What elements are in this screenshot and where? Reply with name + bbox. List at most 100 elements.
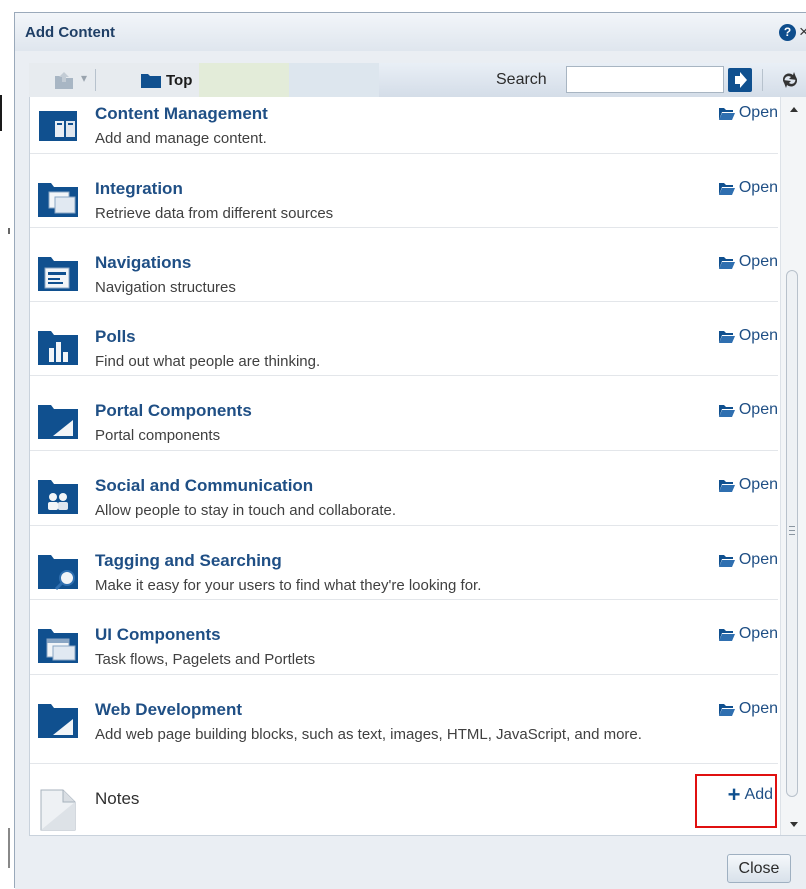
toolbar-divider <box>762 69 763 91</box>
social-icon <box>38 480 78 514</box>
open-button[interactable]: Open <box>718 401 778 419</box>
open-folder-icon <box>718 330 735 343</box>
dialog-footer: Close <box>15 836 806 889</box>
arrow-right-icon <box>735 72 747 88</box>
item-description: Navigation structures <box>95 279 236 296</box>
open-label: Open <box>738 104 778 121</box>
list-item[interactable]: Notes <box>30 764 778 835</box>
vertical-scrollbar[interactable] <box>780 97 806 835</box>
scrollbar-grip-icon <box>789 526 795 535</box>
open-button[interactable]: Open <box>718 700 778 718</box>
list-item[interactable]: Content Management Add and manage conten… <box>30 97 778 154</box>
catalog-list: Content Management Add and manage conten… <box>30 97 778 835</box>
item-name[interactable]: Web Development <box>95 700 242 720</box>
open-folder-icon <box>718 479 735 492</box>
item-name[interactable]: Content Management <box>95 104 268 124</box>
tagging-icon <box>38 555 78 591</box>
open-button[interactable]: Open <box>718 625 778 643</box>
background-mark <box>8 228 10 234</box>
item-description: Add web page building blocks, such as te… <box>95 726 642 743</box>
portal-components-icon <box>38 405 78 439</box>
scroll-down-arrow[interactable] <box>790 822 798 827</box>
open-label: Open <box>738 401 778 418</box>
open-folder-icon <box>718 256 735 269</box>
item-name[interactable]: Polls <box>95 327 136 347</box>
list-item[interactable]: Navigations Navigation structures Open <box>30 228 778 302</box>
web-development-icon <box>38 704 78 738</box>
refresh-icon[interactable] <box>779 68 801 92</box>
open-button[interactable]: Open <box>718 253 778 271</box>
item-description: Portal components <box>95 427 221 444</box>
open-label: Open <box>738 476 778 493</box>
list-item[interactable]: Polls Find out what people are thinking.… <box>30 302 778 376</box>
integration-icon <box>38 183 78 217</box>
search-input[interactable] <box>566 66 724 93</box>
list-item[interactable]: Web Development Add web page building bl… <box>30 675 778 764</box>
background-mark <box>0 95 2 131</box>
help-icon[interactable]: ? <box>779 24 796 41</box>
open-button[interactable]: Open <box>718 104 778 122</box>
open-button[interactable]: Open <box>718 327 778 345</box>
open-folder-icon <box>718 703 735 716</box>
document-icon <box>40 789 76 831</box>
open-folder-icon <box>718 182 735 195</box>
item-name[interactable]: Notes <box>95 789 139 809</box>
list-item[interactable]: Social and Communication Allow people to… <box>30 451 778 526</box>
open-button[interactable]: Open <box>718 551 778 569</box>
open-button[interactable]: Open <box>718 476 778 494</box>
item-description: Retrieve data from different sources <box>95 205 334 222</box>
close-button[interactable]: Close <box>727 854 791 883</box>
open-label: Open <box>738 700 778 717</box>
content-list: Content Management Add and manage conten… <box>29 97 806 836</box>
breadcrumb-top[interactable]: Top <box>166 72 192 89</box>
breadcrumb[interactable]: Top <box>140 69 192 91</box>
chevron-down-icon[interactable]: ▾ <box>81 71 87 85</box>
open-label: Open <box>738 551 778 568</box>
open-label: Open <box>738 625 778 642</box>
item-name[interactable]: UI Components <box>95 625 221 645</box>
open-button[interactable]: Open <box>718 179 778 197</box>
list-item[interactable]: UI Components Task flows, Pagelets and P… <box>30 600 778 675</box>
list-item[interactable]: Portal Components Portal components Open <box>30 376 778 451</box>
plus-icon: + <box>727 782 741 807</box>
add-label: Add <box>744 786 773 803</box>
folder-icon <box>141 74 161 88</box>
dialog-titlebar: Add Content ? × <box>15 13 806 51</box>
close-icon[interactable]: × <box>799 22 806 42</box>
dialog-title: Add Content <box>25 24 115 41</box>
item-description: Task flows, Pagelets and Portlets <box>95 651 316 668</box>
item-description: Allow people to stay in touch and collab… <box>95 502 397 519</box>
content-management-icon <box>39 111 77 141</box>
search-label: Search <box>496 71 547 88</box>
background-mark <box>8 828 10 868</box>
open-label: Open <box>738 253 778 270</box>
item-description: Find out what people are thinking. <box>95 353 321 370</box>
item-description: Add and manage content. <box>95 130 267 147</box>
list-item[interactable]: Tagging and Searching Make it easy for y… <box>30 526 778 600</box>
toolbar-divider <box>95 69 96 91</box>
add-button[interactable]: + Add <box>695 774 777 828</box>
item-description: Make it easy for your users to find what… <box>95 577 482 594</box>
open-folder-icon <box>718 404 735 417</box>
polls-icon <box>38 331 78 365</box>
open-folder-icon <box>718 554 735 567</box>
toolbar: ▾ Top Search <box>29 63 806 97</box>
background-page <box>0 0 14 888</box>
open-label: Open <box>738 179 778 196</box>
add-content-dialog: Add Content ? × ▾ Top Search Content Man… <box>14 12 806 889</box>
list-item[interactable]: Integration Retrieve data from different… <box>30 154 778 228</box>
item-name[interactable]: Social and Communication <box>95 476 313 496</box>
navigations-icon <box>38 257 78 291</box>
open-folder-icon <box>718 107 735 120</box>
up-folder-icon[interactable] <box>53 69 75 91</box>
scrollbar-thumb[interactable] <box>786 270 798 797</box>
item-name[interactable]: Tagging and Searching <box>95 551 282 571</box>
ui-components-icon <box>38 629 78 663</box>
open-label: Open <box>738 327 778 344</box>
scroll-up-arrow[interactable] <box>790 107 798 112</box>
open-folder-icon <box>718 628 735 641</box>
item-name[interactable]: Navigations <box>95 253 191 273</box>
item-name[interactable]: Portal Components <box>95 401 252 421</box>
item-name[interactable]: Integration <box>95 179 183 199</box>
search-go-button[interactable] <box>728 68 752 92</box>
